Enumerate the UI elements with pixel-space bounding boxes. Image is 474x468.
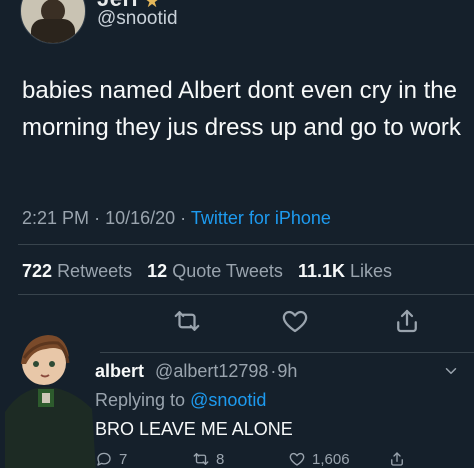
tweet-screenshot: Jerr ★ @snootid babies named Albert dont… bbox=[0, 0, 474, 468]
likes-label: Likes bbox=[350, 261, 393, 281]
author-handle[interactable]: @snootid bbox=[97, 8, 178, 30]
speech-bubble-icon bbox=[97, 452, 111, 466]
author-avatar[interactable] bbox=[20, 0, 86, 44]
divider bbox=[18, 244, 474, 245]
replying-to: Replying to @snootid bbox=[95, 390, 266, 411]
like-button[interactable] bbox=[280, 306, 310, 336]
reply-age-separator: · bbox=[270, 361, 277, 381]
share-icon bbox=[397, 309, 417, 333]
retweet-button[interactable] bbox=[172, 306, 202, 336]
retweets-count: 722 bbox=[22, 261, 53, 281]
quote-tweets-label: Quote Tweets bbox=[172, 261, 283, 281]
meta-separator: · bbox=[94, 208, 106, 228]
tweet-stats: 722 Retweets 12 Quote Tweets 11.1K Likes bbox=[22, 261, 392, 282]
reply-retweet-button[interactable]: 8 bbox=[192, 450, 224, 468]
albert-avatar-illustration bbox=[0, 297, 100, 468]
heart-icon bbox=[289, 452, 305, 466]
tweet-date[interactable]: 10/16/20 bbox=[105, 208, 175, 228]
reply-more-button[interactable] bbox=[442, 362, 460, 380]
tweet-time[interactable]: 2:21 PM bbox=[22, 208, 89, 228]
likes-count: 11.1K bbox=[297, 261, 345, 281]
quote-tweets-stat[interactable]: 12 Quote Tweets bbox=[147, 261, 288, 281]
reply-share-button[interactable] bbox=[388, 450, 406, 468]
reply-author-handle[interactable]: @albert12798 bbox=[155, 361, 268, 381]
tweet-source[interactable]: Twitter for iPhone bbox=[191, 208, 331, 228]
tweet-header: Jerr ★ @snootid bbox=[0, 0, 474, 48]
chevron-down-icon bbox=[445, 368, 457, 374]
share-icon bbox=[391, 452, 403, 466]
reply-age[interactable]: 9h bbox=[277, 361, 297, 381]
meta-separator: · bbox=[180, 208, 191, 228]
heart-icon bbox=[282, 310, 308, 333]
reply-like-button[interactable]: 1,606 bbox=[288, 450, 350, 468]
reply-author-name[interactable]: albert bbox=[95, 361, 144, 381]
retweet-icon bbox=[193, 453, 209, 465]
divider bbox=[18, 294, 474, 295]
retweets-stat[interactable]: 722 Retweets bbox=[22, 261, 137, 281]
reply-reply-count: 7 bbox=[119, 450, 128, 468]
reply-header: albert @albert12798·9h bbox=[95, 361, 297, 382]
reply-text: BRO LEAVE ME ALONE bbox=[95, 419, 293, 439]
tweet-text: babies named Albert dont even cry in the… bbox=[22, 77, 461, 141]
retweets-label: Retweets bbox=[57, 261, 133, 281]
share-button[interactable] bbox=[392, 306, 422, 336]
quote-tweets-count: 12 bbox=[147, 261, 168, 281]
reply-retweet-count: 8 bbox=[216, 450, 225, 468]
reply-author-avatar[interactable] bbox=[0, 297, 100, 468]
reply-actions: 7 8 1,606 bbox=[0, 450, 474, 468]
tweet-meta: 2:21 PM · 10/16/20 · Twitter for iPhone bbox=[22, 208, 331, 229]
reply-like-count: 1,606 bbox=[312, 450, 350, 468]
replying-to-prefix: Replying to bbox=[95, 390, 186, 410]
likes-stat[interactable]: 11.1K Likes bbox=[298, 261, 392, 281]
retweet-icon bbox=[174, 311, 200, 331]
reply-reply-button[interactable]: 7 bbox=[95, 450, 127, 468]
replying-to-handle[interactable]: @snootid bbox=[190, 390, 266, 410]
